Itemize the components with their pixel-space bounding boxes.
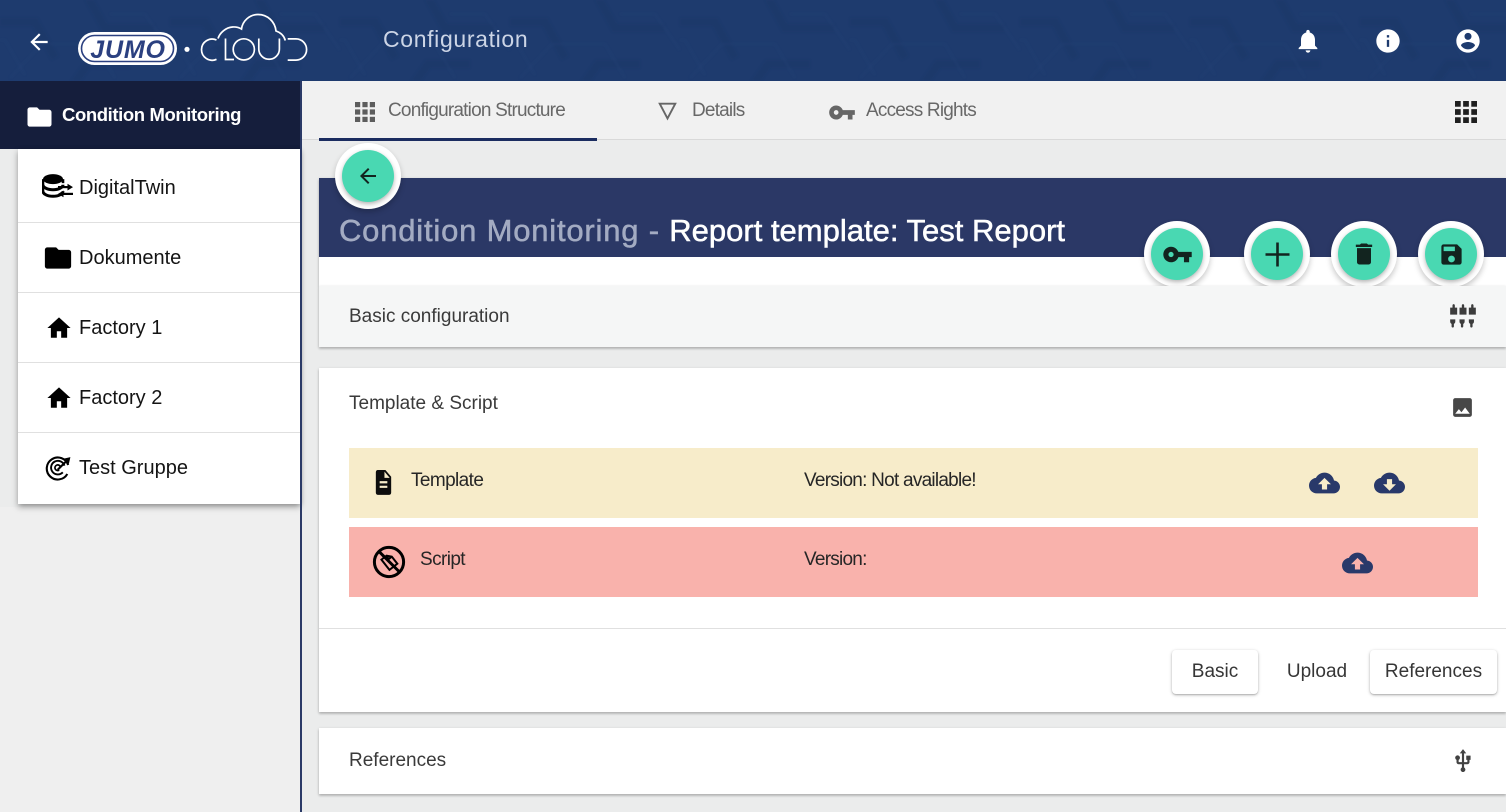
svg-text:JUMO: JUMO bbox=[90, 36, 165, 64]
